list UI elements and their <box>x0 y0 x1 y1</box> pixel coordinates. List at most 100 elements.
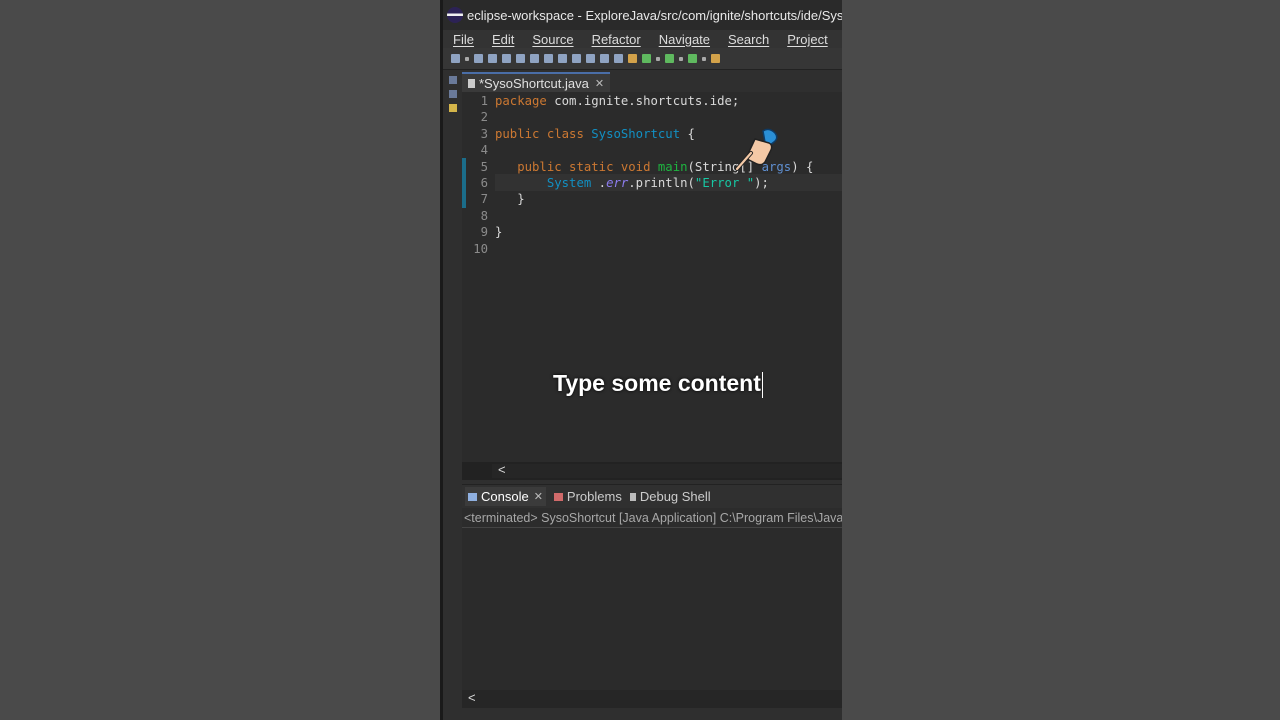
code-token: .println( <box>628 176 695 190</box>
code-token: ); <box>754 176 769 190</box>
code-token: package <box>495 94 547 108</box>
debug-dropdown-icon[interactable] <box>656 56 660 61</box>
scrollbar-thumb[interactable] <box>492 464 842 478</box>
eclipse-logo-icon <box>447 7 463 23</box>
line-number: 1 <box>480 94 488 108</box>
editor-horizontal-scrollbar[interactable]: < <box>462 462 842 480</box>
menu-refactor[interactable]: Refactor <box>592 32 641 47</box>
menu-bar: File Edit Source Refactor Navigate Searc… <box>443 30 842 48</box>
console-icon <box>468 492 477 501</box>
navigator-icon[interactable] <box>449 104 457 112</box>
menu-search[interactable]: Search <box>728 32 769 47</box>
open-type-icon[interactable] <box>628 54 637 63</box>
editor-tab-bar: *SysoShortcut.java ✕ <box>462 72 842 92</box>
external-tools-icon[interactable] <box>711 54 720 63</box>
code-token: ) { <box>791 159 814 174</box>
pointing-hand-icon <box>735 128 778 171</box>
step-return-icon[interactable] <box>600 54 609 63</box>
tab-console[interactable]: Console ✕ <box>465 487 546 506</box>
step-into-icon[interactable] <box>572 54 581 63</box>
menu-file[interactable]: File <box>453 32 474 47</box>
menu-edit[interactable]: Edit <box>492 32 514 47</box>
terminal-icon[interactable] <box>502 54 511 63</box>
line-number: 3 <box>480 126 488 141</box>
line-number: 4 <box>480 143 488 158</box>
line-number: 10 <box>473 241 488 256</box>
code-token: "Error " <box>694 176 755 190</box>
console-description: <terminated> SysoShortcut [Java Applicat… <box>462 508 842 528</box>
code-token: class <box>546 126 584 141</box>
save-all-icon[interactable] <box>488 54 497 63</box>
package-explorer-icon[interactable] <box>449 90 457 98</box>
scroll-left-icon[interactable]: < <box>468 690 476 705</box>
close-icon[interactable]: ✕ <box>595 77 604 90</box>
tab-problems-label: Problems <box>566 489 622 504</box>
save-icon[interactable] <box>474 54 483 63</box>
title-bar: eclipse-workspace - ExploreJava/src/com/… <box>443 0 842 30</box>
code-token: } <box>495 192 525 207</box>
code-token: { <box>687 126 695 141</box>
caption-overlay: Type some content <box>553 370 763 398</box>
code-line: public class SysoShortcut { <box>495 127 695 141</box>
line-number: 9 <box>480 225 488 240</box>
menu-project[interactable]: Project <box>787 32 827 47</box>
code-token: public <box>495 126 540 141</box>
editor-tab[interactable]: *SysoShortcut.java ✕ <box>462 72 611 92</box>
close-icon[interactable]: ✕ <box>534 490 543 503</box>
line-number: 8 <box>480 208 488 223</box>
code-line: } <box>495 192 525 207</box>
console-horizontal-scrollbar[interactable]: < <box>462 690 842 708</box>
console-tab-bar: Console ✕ Problems Debug Shell <box>462 484 842 508</box>
editor-tab-label: *SysoShortcut.java <box>479 75 589 91</box>
terminate-icon[interactable] <box>558 54 567 63</box>
restore-icon[interactable] <box>449 76 457 84</box>
java-file-icon <box>468 78 475 88</box>
coverage-icon[interactable] <box>688 54 697 63</box>
left-trim <box>446 70 460 180</box>
menu-navigate[interactable]: Navigate <box>659 32 710 47</box>
run-dropdown-icon[interactable] <box>679 56 683 61</box>
code-line: package com.ignite.shortcuts.ide; <box>495 94 739 108</box>
code-token: public <box>517 159 562 174</box>
code-token: . <box>598 176 607 190</box>
code-token: } <box>495 225 503 240</box>
skip-breakpoints-icon[interactable] <box>516 54 525 63</box>
window-title: eclipse-workspace - ExploreJava/src/com/… <box>467 7 842 23</box>
console-output[interactable] <box>462 528 842 690</box>
step-over-icon[interactable] <box>586 54 595 63</box>
debug-shell-icon <box>629 492 636 501</box>
code-line: } <box>495 225 502 239</box>
tab-problems[interactable]: Problems <box>553 489 622 504</box>
code-token: System <box>546 176 592 190</box>
run-icon[interactable] <box>665 54 674 63</box>
coverage-dropdown-icon[interactable] <box>702 56 706 61</box>
tab-debug-shell-label: Debug Shell <box>639 489 711 504</box>
code-editor[interactable]: 1 package com.ignite.shortcuts.ide; 2 3 publ… <box>462 92 842 462</box>
dropdown-icon[interactable] <box>465 56 469 61</box>
debug-icon[interactable] <box>642 54 651 63</box>
code-token: SysoShortcut <box>591 126 681 141</box>
menu-source[interactable]: Source <box>532 32 573 47</box>
caption-text: Type some content <box>553 370 761 396</box>
scroll-left-icon[interactable]: < <box>498 462 506 477</box>
text-caret <box>761 371 763 398</box>
tab-console-label: Console <box>481 489 529 504</box>
code-token: main <box>657 159 688 174</box>
line-number: 6 <box>480 176 488 190</box>
tab-debug-shell[interactable]: Debug Shell <box>629 489 711 504</box>
code-token: err <box>606 176 629 190</box>
toolbar <box>443 48 842 70</box>
new-icon[interactable] <box>451 54 460 63</box>
eclipse-window: eclipse-workspace - ExploreJava/src/com/… <box>440 0 842 720</box>
line-number: 7 <box>480 192 488 207</box>
code-line: System .err.println("Error "); <box>495 176 769 190</box>
code-token: static <box>569 159 614 174</box>
line-number: 2 <box>480 110 488 125</box>
problems-icon <box>553 492 563 501</box>
code-token: void <box>620 159 651 174</box>
suspend-icon[interactable] <box>544 54 553 63</box>
drop-to-frame-icon[interactable] <box>614 54 623 63</box>
resume-icon[interactable] <box>530 54 539 63</box>
